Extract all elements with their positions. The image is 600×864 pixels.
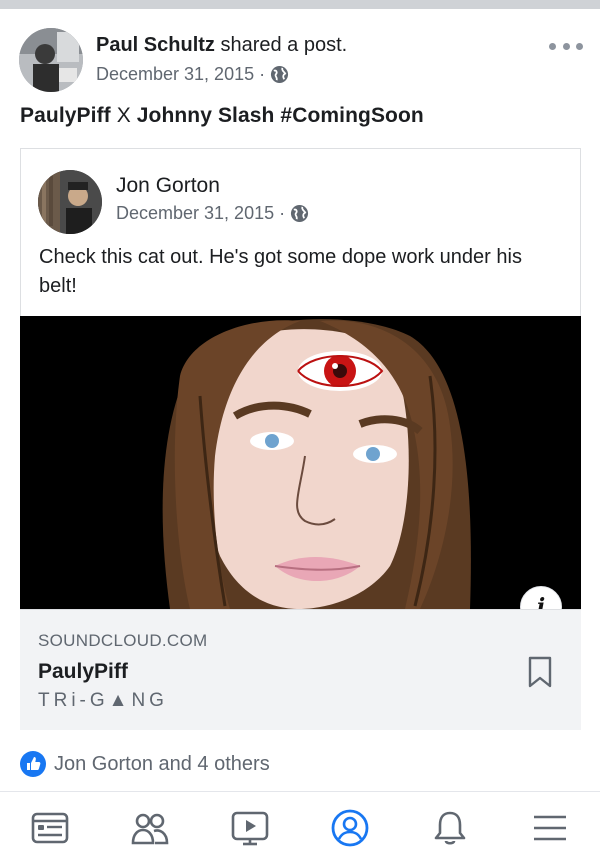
notifications-icon [434,811,466,845]
shared-post-date[interactable]: December 31, 2015 [116,203,274,224]
shared-post-meta: December 31, 2015 · [116,203,309,224]
more-dot [576,42,583,50]
top-divider-strip [0,0,600,9]
post-date[interactable]: December 31, 2015 [96,64,254,85]
profile-icon [331,809,369,847]
globe-icon [271,65,289,84]
post-text-part[interactable]: Johnny Slash #ComingSoon [137,104,424,127]
bottom-navigation [0,792,600,864]
link-title[interactable]: PaulyPiff [38,660,128,684]
link-preview-footer[interactable]: SOUNDCLOUD.COM PaulyPiff TRi-G▲NG [20,609,581,730]
nav-friends[interactable] [100,792,200,864]
post-meta: December 31, 2015 · [96,64,289,85]
meta-separator: · [259,64,266,84]
watch-icon [231,811,269,846]
link-artwork-image[interactable] [20,316,581,609]
author-avatar[interactable] [19,28,83,92]
meta-separator: · [279,203,286,223]
link-subtitle: TRi-G▲NG [38,690,168,711]
friends-icon [131,813,169,845]
post-text-part: X [110,104,137,127]
news-feed-icon [31,812,69,844]
bookmark-icon[interactable] [528,656,552,688]
shared-author-name[interactable]: Jon Gorton [116,174,220,198]
post-text: PaulyPiff X Johnny Slash #ComingSoon [20,104,424,128]
more-dot [549,42,556,50]
globe-icon [291,204,309,223]
reactions-summary[interactable]: Jon Gorton and 4 others [20,750,270,778]
reaction-text: Jon Gorton and 4 others [54,752,270,775]
shared-author-avatar[interactable] [38,170,102,234]
nav-profile[interactable] [300,792,400,864]
nav-menu[interactable] [500,792,600,864]
shared-post-card[interactable]: Jon Gorton December 31, 2015 · Check thi… [20,148,581,730]
menu-icon [534,815,566,841]
post-header: Paul Schultz shared a post. December 31,… [0,26,600,96]
shared-post-text: Check this cat out. He's got some dope w… [39,246,522,297]
nav-watch[interactable] [200,792,300,864]
more-dot [562,42,570,50]
post-text-part: PaulyPiff [20,104,111,127]
author-action: shared a post. [220,34,348,56]
link-domain: SOUNDCLOUD.COM [38,631,208,650]
nav-news-feed[interactable] [0,792,100,864]
nav-notifications[interactable] [400,792,500,864]
more-options-button[interactable] [549,36,583,56]
author-name[interactable]: Paul Schultz [96,34,215,56]
shared-post-header: Jon Gorton December 31, 2015 · [21,149,580,239]
like-icon [20,751,46,777]
author-line: Paul Schultz shared a post. [96,34,347,57]
